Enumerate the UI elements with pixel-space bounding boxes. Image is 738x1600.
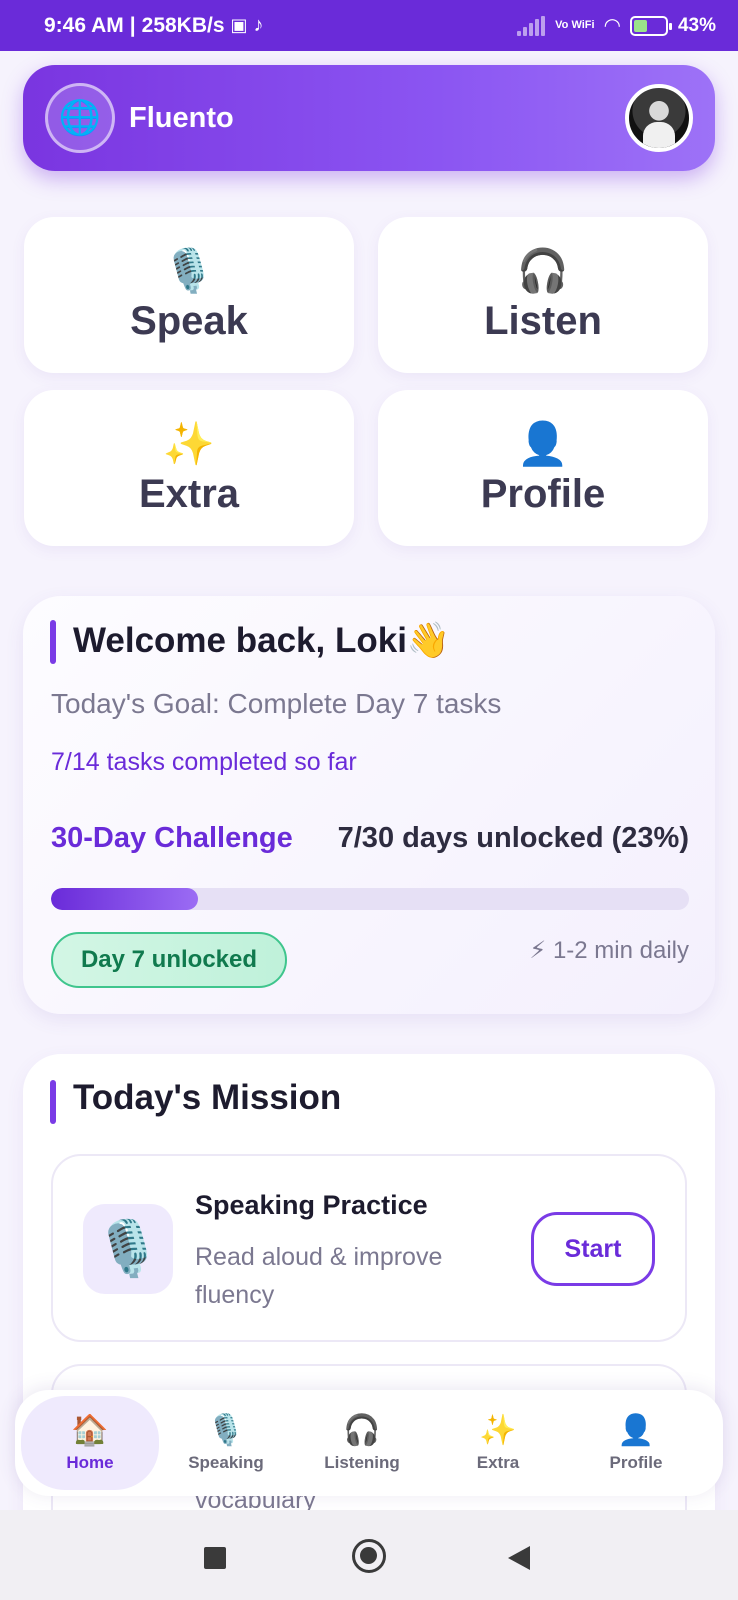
days-unlocked-text: 7/30 days unlocked (23%) (337, 822, 689, 854)
mission-item-speaking[interactable]: 🎙️ Speaking Practice Read aloud & improv… (51, 1154, 687, 1342)
headphones-icon: 🎧 (343, 1414, 381, 1447)
sparkles-icon: ✨ (162, 419, 216, 467)
bottom-navigation: 🏠 Home 🎙️ Speaking 🎧 Listening ✨ Extra 👤… (15, 1390, 723, 1496)
title-accent-bar (50, 1080, 56, 1124)
nav-label: Extra (476, 1453, 520, 1472)
tasks-completed-text: 7/14 tasks completed so far (51, 748, 357, 776)
nav-label: Speaking (188, 1453, 264, 1472)
microphone-icon: 🎙️ (83, 1204, 173, 1294)
sparkles-icon: ✨ (479, 1414, 517, 1447)
status-speed: 258KB/s (141, 13, 225, 37)
battery-percent: 43% (677, 14, 716, 36)
microphone-icon: 🎙️ (207, 1414, 245, 1447)
challenge-progress-bar (51, 888, 689, 910)
challenge-label: 30-Day Challenge (51, 822, 293, 854)
wifi-icon: ◠ (604, 15, 620, 37)
welcome-card: Welcome back, Loki👋 Today's Goal: Comple… (23, 596, 715, 1014)
system-navigation-bar (0, 1510, 738, 1600)
music-note-icon: ♪ (253, 14, 264, 36)
microphone-icon: 🎙️ (162, 246, 216, 294)
app-title: Fluento (129, 101, 234, 134)
signal-icon (517, 15, 546, 36)
nav-listening[interactable]: 🎧 Listening (293, 1396, 431, 1490)
nav-label: Listening (324, 1453, 400, 1472)
tile-listen[interactable]: 🎧 Listen (378, 217, 708, 373)
nav-speaking[interactable]: 🎙️ Speaking (157, 1396, 295, 1490)
tile-label: Speak (130, 298, 248, 343)
nav-extra[interactable]: ✨ Extra (429, 1396, 567, 1490)
welcome-title: Welcome back, Loki👋 (73, 621, 451, 660)
app-header: 🌐 Fluento (23, 65, 715, 171)
progress-fill (51, 888, 198, 910)
nav-home[interactable]: 🏠 Home (21, 1396, 159, 1490)
avatar[interactable] (625, 84, 693, 152)
tile-label: Extra (138, 471, 240, 516)
sim-icon: ▣ (230, 15, 248, 35)
person-icon: 👤 (516, 419, 570, 467)
tile-profile[interactable]: 👤 Profile (378, 390, 708, 546)
globe-icon[interactable]: 🌐 (45, 83, 115, 153)
daily-time-text: ⚡ 1-2 min daily (529, 937, 689, 964)
nav-label: Profile (609, 1453, 663, 1472)
tile-label: Profile (480, 471, 606, 516)
mission-desc: Read aloud & improve fluency (195, 1243, 443, 1309)
tile-speak[interactable]: 🎙️ Speak (24, 217, 354, 373)
day-unlocked-badge: Day 7 unlocked (51, 932, 287, 988)
title-accent-bar (50, 620, 56, 664)
vowifi-icon: Vo WiFi (555, 19, 595, 31)
home-icon: 🏠 (71, 1414, 109, 1447)
goal-text: Today's Goal: Complete Day 7 tasks (51, 688, 502, 719)
person-icon: 👤 (617, 1414, 655, 1447)
headphones-icon: 🎧 (516, 246, 570, 294)
start-button[interactable]: Start (531, 1212, 655, 1286)
status-time: 9:46 AM (44, 13, 124, 37)
battery-icon (629, 15, 672, 36)
tile-label: Listen (484, 298, 602, 343)
nav-profile[interactable]: 👤 Profile (567, 1396, 705, 1490)
recents-icon[interactable] (204, 1547, 226, 1569)
home-button-icon[interactable] (352, 1539, 386, 1573)
status-bar: 9:46 AM | 258KB/s ▣ ♪ Vo WiFi ◠ 43% (0, 0, 738, 51)
tile-extra[interactable]: ✨ Extra (24, 390, 354, 546)
back-icon[interactable] (508, 1546, 530, 1570)
nav-label: Home (66, 1453, 114, 1472)
mission-title: Today's Mission (73, 1078, 342, 1117)
mission-name: Speaking Practice (195, 1190, 428, 1220)
